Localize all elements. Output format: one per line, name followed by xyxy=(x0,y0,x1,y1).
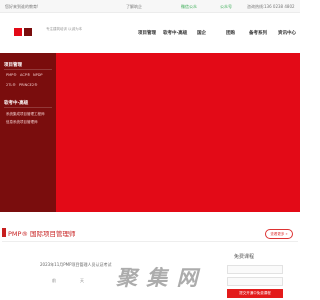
hero-banner[interactable] xyxy=(56,53,300,212)
site-header: 专注建筑培训 以诚为本 项目管理 软考中·高级 国企 团购 备考系列 资讯中心 xyxy=(0,13,300,53)
sidebar-item-acp[interactable]: ACP® xyxy=(20,73,30,77)
certification-header: PMP® 国际项目管理师 查看更多 » xyxy=(0,222,300,242)
phone-field[interactable] xyxy=(227,277,283,286)
about-link[interactable]: 了解筑企 xyxy=(126,0,142,13)
sidebar-item-info-systems[interactable]: 信息系统项目管理师 xyxy=(6,120,38,125)
phone-label: 咨询热线: xyxy=(247,4,265,9)
nav-item-group-buy[interactable]: 团购 xyxy=(226,30,235,36)
sidebar-item-prince2[interactable]: PRINCE2® xyxy=(19,83,38,87)
logo-tagline: 专注建筑培训 以诚为本 xyxy=(46,27,83,31)
nav-item-exam-prep[interactable]: 备考系列 xyxy=(249,30,267,36)
nav-item-news[interactable]: 资讯中心 xyxy=(278,30,296,36)
tab-day[interactable]: 天 xyxy=(80,278,84,284)
phone-number: 136 0238 4802 xyxy=(264,4,295,9)
sidebar-heading-project-management[interactable]: 项目管理 xyxy=(4,62,22,68)
more-button[interactable]: 查看更多 » xyxy=(265,229,293,239)
sidebar-divider xyxy=(4,69,52,70)
free-course-title: 免费课程 xyxy=(234,254,255,260)
exam-announcement[interactable]: 2023年11月PMP项目管理人员认证考试 xyxy=(40,262,112,268)
name-field[interactable] xyxy=(227,265,283,274)
logo-icon[interactable] xyxy=(14,27,34,37)
sidebar-item-npdp[interactable]: NPDP xyxy=(33,73,43,77)
section-divider xyxy=(2,241,298,242)
section-marker-icon xyxy=(2,228,6,237)
top-bar: 您好来到谁的教育! 了解筑企 微信公众 公众号 咨询热线: 136 0238 4… xyxy=(0,0,300,13)
nav-item-ruankao[interactable]: 软考中·高级 xyxy=(163,30,187,36)
weibo-link[interactable]: 公众号 xyxy=(220,0,232,13)
category-sidebar: 项目管理 PMP® ACP® NPDP PRINCE2® 2TL® 软考中·高级… xyxy=(0,53,56,212)
tab-prev[interactable]: 前 xyxy=(52,278,56,284)
wechat-link[interactable]: 微信公众 xyxy=(181,0,197,13)
certification-title: PMP® 国际项目管理师 xyxy=(8,230,76,238)
nav-item-guoqi[interactable]: 国企 xyxy=(197,30,206,36)
sidebar-item-system-integration[interactable]: 系统集成项目管理工程师 xyxy=(6,112,45,117)
submit-free-course-button[interactable]: 提交开通中免费课程 xyxy=(227,289,283,298)
sidebar-divider xyxy=(4,107,52,108)
sidebar-heading-ruankao[interactable]: 软考中·高级 xyxy=(4,100,28,106)
sidebar-item-2tl[interactable]: 2TL® xyxy=(6,83,16,87)
welcome-text: 您好来到谁的教育! xyxy=(5,4,39,9)
watermark-logo: 聚 集 网 xyxy=(116,266,199,290)
sidebar-item-pmp[interactable]: PMP® xyxy=(6,73,17,77)
nav-item-project-management[interactable]: 项目管理 xyxy=(138,30,156,36)
